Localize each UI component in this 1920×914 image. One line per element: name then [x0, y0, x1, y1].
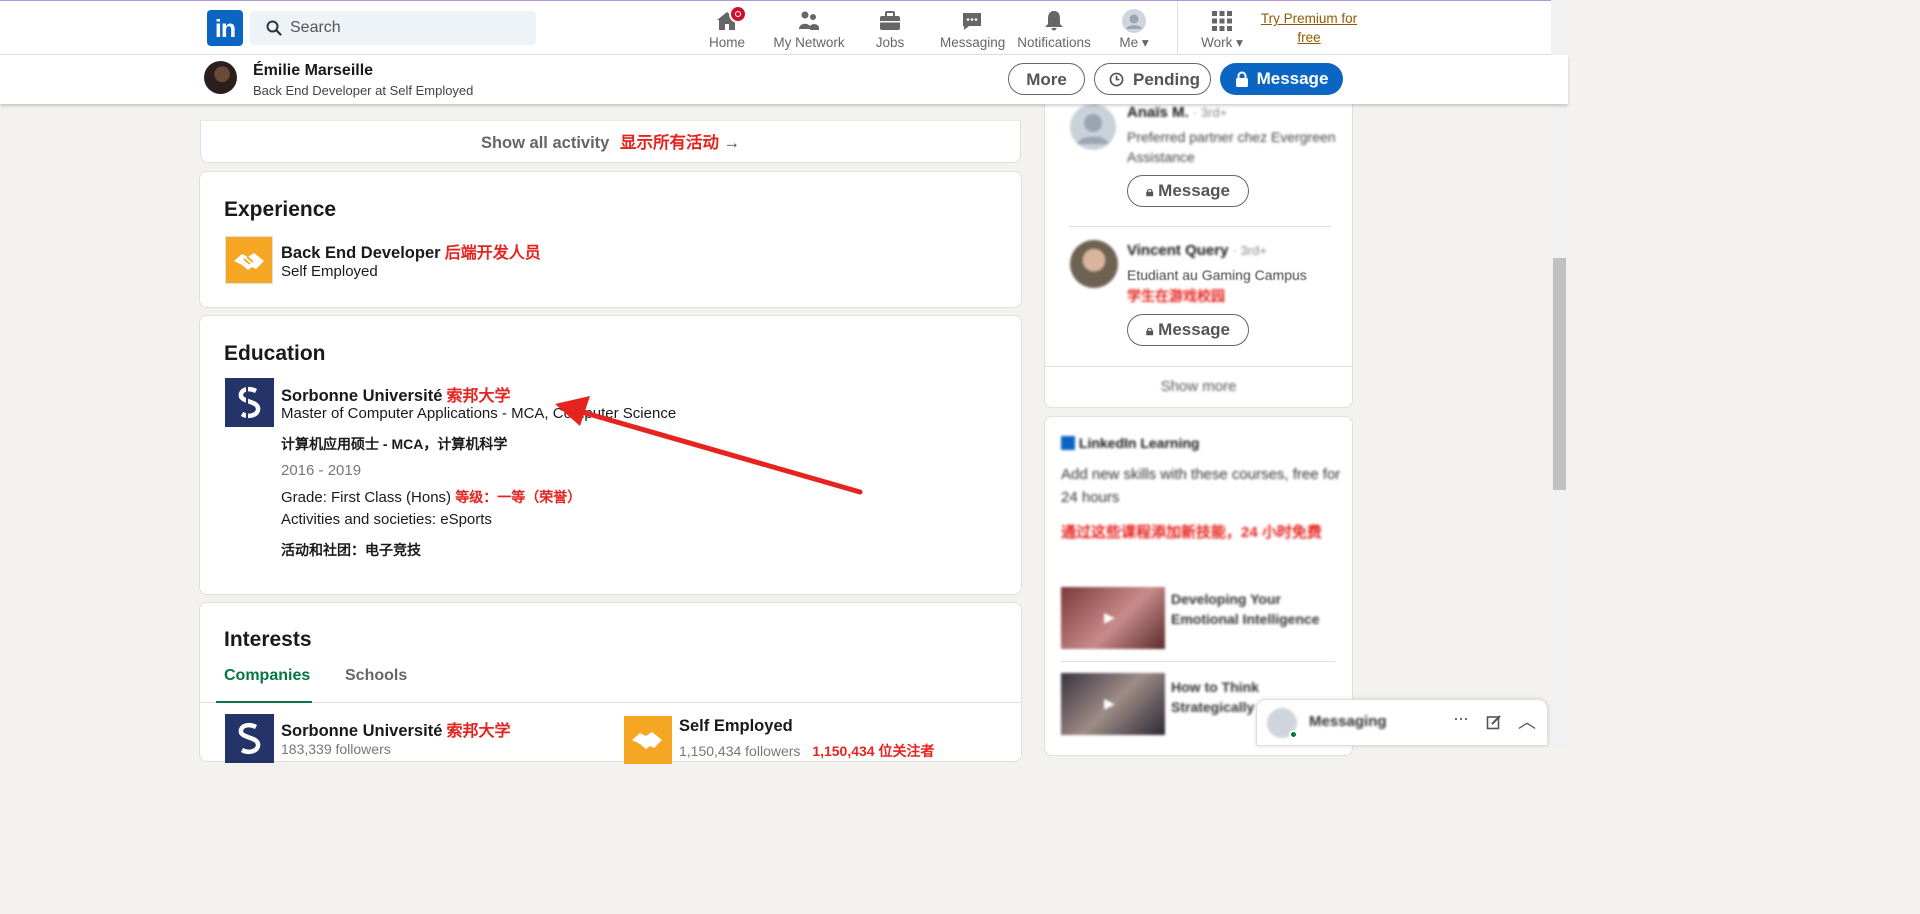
profile-avatar[interactable] — [204, 61, 237, 94]
lock-icon — [1236, 71, 1248, 87]
person-message-button[interactable]: 🔒︎ Message — [1127, 314, 1249, 346]
interest-company-followers: 183,339 followers — [281, 741, 391, 757]
tab-companies[interactable]: Companies — [216, 659, 312, 703]
course-thumbnail[interactable]: ▶ — [1061, 587, 1165, 649]
person-headline-translation: 学生在游戏校园 — [1127, 288, 1225, 304]
clock-icon — [1109, 72, 1124, 87]
interests-heading: Interests — [224, 628, 312, 651]
pending-label: Pending — [1133, 69, 1201, 89]
person-name[interactable]: Anaïs M. — [1127, 104, 1189, 121]
handshake-icon — [632, 732, 662, 749]
interests-section: Interests Companies Schools Sorbonne Uni… — [199, 602, 1022, 764]
interests-tabs: Companies Schools — [200, 659, 1021, 703]
person-headline: Preferred partner chez Evergreen Assista… — [1127, 129, 1336, 165]
lock-icon: 🔒︎ — [1145, 322, 1154, 338]
scrollbar-thumb[interactable] — [1553, 258, 1566, 490]
person-message-label: Message — [1158, 320, 1230, 339]
interest-company-name[interactable]: Sorbonne Université — [281, 722, 442, 740]
learning-text: Add new skills with these courses, free … — [1061, 466, 1341, 506]
person-degree: · 3rd+ — [1232, 243, 1267, 258]
pending-button[interactable]: Pending — [1094, 63, 1211, 95]
show-more-link[interactable]: Show more — [1045, 378, 1352, 395]
message-label: Message — [1256, 69, 1329, 88]
person-headline: Etudiant au Gaming Campus — [1127, 267, 1307, 283]
interest-company-translation: 索邦大学 — [446, 723, 511, 740]
messaging-label: Messaging — [1309, 713, 1387, 730]
tab-schools[interactable]: Schools — [337, 659, 415, 703]
person-avatar[interactable] — [1070, 240, 1118, 288]
learning-title: LinkedIn Learning — [1078, 435, 1200, 451]
interest-company-followers-translation: 1,150,434 位关注者 — [812, 743, 935, 759]
course-title[interactable]: Developing Your Emotional Intelligence — [1171, 589, 1336, 629]
play-icon: ▶ — [1104, 609, 1115, 625]
divider — [1045, 366, 1352, 367]
person-degree: · 3rd+ — [1192, 105, 1228, 120]
self-employed-logo[interactable] — [624, 716, 672, 764]
avatar-icon — [1077, 114, 1109, 144]
learning-text-translation: 通过这些课程添加新技能，24 小时免费 — [1061, 524, 1322, 541]
more-options-icon[interactable]: ··· — [1453, 708, 1469, 729]
lock-icon: 🔒︎ — [1145, 183, 1154, 199]
message-button[interactable]: Message — [1220, 63, 1343, 95]
interest-company-name[interactable]: Self Employed — [679, 717, 793, 735]
more-button[interactable]: More — [1008, 63, 1085, 95]
divider — [1061, 661, 1335, 662]
compose-icon[interactable] — [1486, 714, 1502, 730]
play-icon: ▶ — [1104, 695, 1115, 711]
sorbonne-logo[interactable] — [225, 714, 274, 763]
divider — [1069, 226, 1331, 227]
sticky-profile-bar: Émilie Marseille Back End Developer at S… — [0, 55, 1568, 104]
person-avatar[interactable] — [1070, 104, 1116, 150]
person-name[interactable]: Vincent Query — [1127, 242, 1228, 259]
people-also-viewed-card: Anaïs M. · 3rd+ Preferred partner chez E… — [1044, 90, 1353, 408]
profile-headline: Back End Developer at Self Employed — [253, 83, 474, 98]
sorbonne-s-icon — [238, 722, 261, 754]
person-message-button[interactable]: 🔒︎ Message — [1127, 175, 1249, 207]
person-message-label: Message — [1158, 181, 1230, 200]
online-status-dot — [1289, 730, 1298, 739]
interest-company-followers: 1,150,434 followers — [679, 743, 801, 759]
profile-name: Émilie Marseille — [253, 62, 374, 79]
learning-logo-icon — [1061, 436, 1075, 450]
chevron-up-icon[interactable]: ︿ — [1518, 708, 1536, 734]
messaging-dock[interactable]: Messaging ··· ︿ — [1256, 699, 1548, 746]
course-thumbnail[interactable]: ▶ — [1061, 673, 1165, 735]
